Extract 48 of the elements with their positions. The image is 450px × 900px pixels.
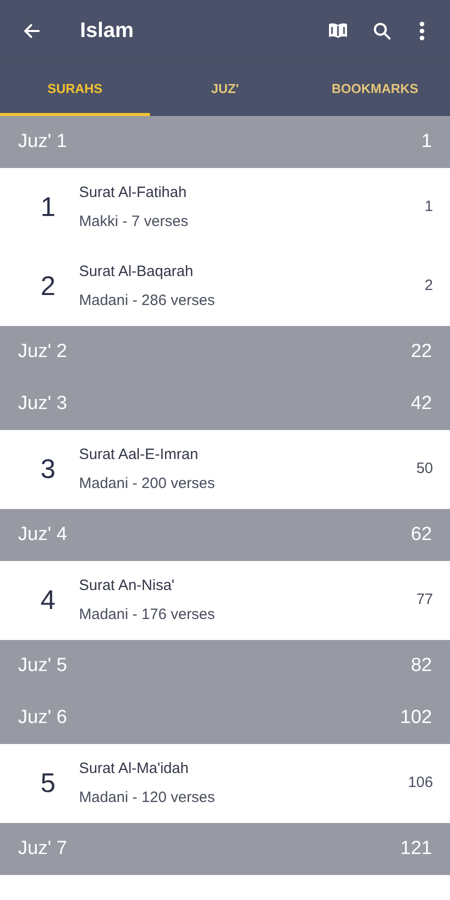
surah-details: Madani - 176 verses — [79, 604, 216, 624]
surah-number: 4 — [39, 584, 57, 618]
page-number: 82 — [410, 654, 432, 678]
surah-name: Surat An-Nisa' — [79, 576, 176, 596]
juz-label: Juz' 6 — [18, 706, 68, 730]
book-icon — [328, 22, 348, 40]
juz-header[interactable]: Juz' 4 62 — [0, 509, 450, 561]
page-number: 62 — [410, 522, 432, 547]
juz-header[interactable]: Juz' 5 82 — [0, 640, 450, 692]
surah-number: 3 — [39, 453, 57, 486]
juz-label: Juz' 5 — [18, 654, 68, 678]
page-number: 50 — [416, 459, 433, 480]
surah-details: Madani - 200 verses — [79, 474, 216, 494]
juz-header[interactable]: Juz' 3 42 — [0, 378, 450, 430]
surah-number: 5 — [39, 767, 57, 800]
page-number: 2 — [424, 276, 433, 296]
juz-label: Juz' 7 — [18, 836, 68, 861]
more-icon — [419, 21, 425, 41]
surah-name: Surat Al-Baqarah — [79, 262, 194, 282]
juz-header[interactable]: Juz' 2 22 — [0, 326, 450, 378]
juz-label: Juz' 4 — [18, 522, 68, 547]
search-icon — [372, 21, 392, 41]
juz-header[interactable]: Juz' 6 102 — [0, 692, 450, 744]
surah-number: 2 — [39, 270, 57, 304]
juz-header[interactable]: Juz' 7 121 — [0, 823, 450, 875]
tab[interactable]: BOOKMARKS — [300, 62, 450, 116]
surah-details: Madani - 120 verses — [79, 788, 216, 808]
surah-name: Surat Aal-E-Imran — [79, 445, 200, 465]
juz-header[interactable]: Juz' 1 1 — [0, 116, 450, 168]
surah-name: Surat Al-Fatihah — [79, 183, 188, 203]
surah-number: 1 — [39, 191, 57, 224]
tab[interactable]: JUZ' — [150, 62, 300, 116]
juz-label: Juz' 3 — [18, 392, 68, 416]
juz-label: Juz' 2 — [18, 340, 68, 364]
page-number: 1 — [421, 130, 432, 154]
page-number: 121 — [400, 836, 432, 861]
page-number: 42 — [410, 392, 432, 416]
juz-label: Juz' 1 — [18, 130, 68, 154]
page-number: 22 — [410, 340, 432, 364]
page-number: 1 — [424, 197, 433, 218]
app-title: Islam — [80, 18, 134, 44]
page-number: 77 — [416, 590, 433, 610]
back-icon — [22, 21, 42, 41]
surah-details: Madani - 286 verses — [79, 290, 216, 310]
page-number: 106 — [408, 773, 433, 794]
page-number: 102 — [400, 706, 432, 730]
surah-name: Surat Al-Ma'idah — [79, 759, 190, 779]
surah-details: Makki - 7 verses — [79, 212, 190, 232]
